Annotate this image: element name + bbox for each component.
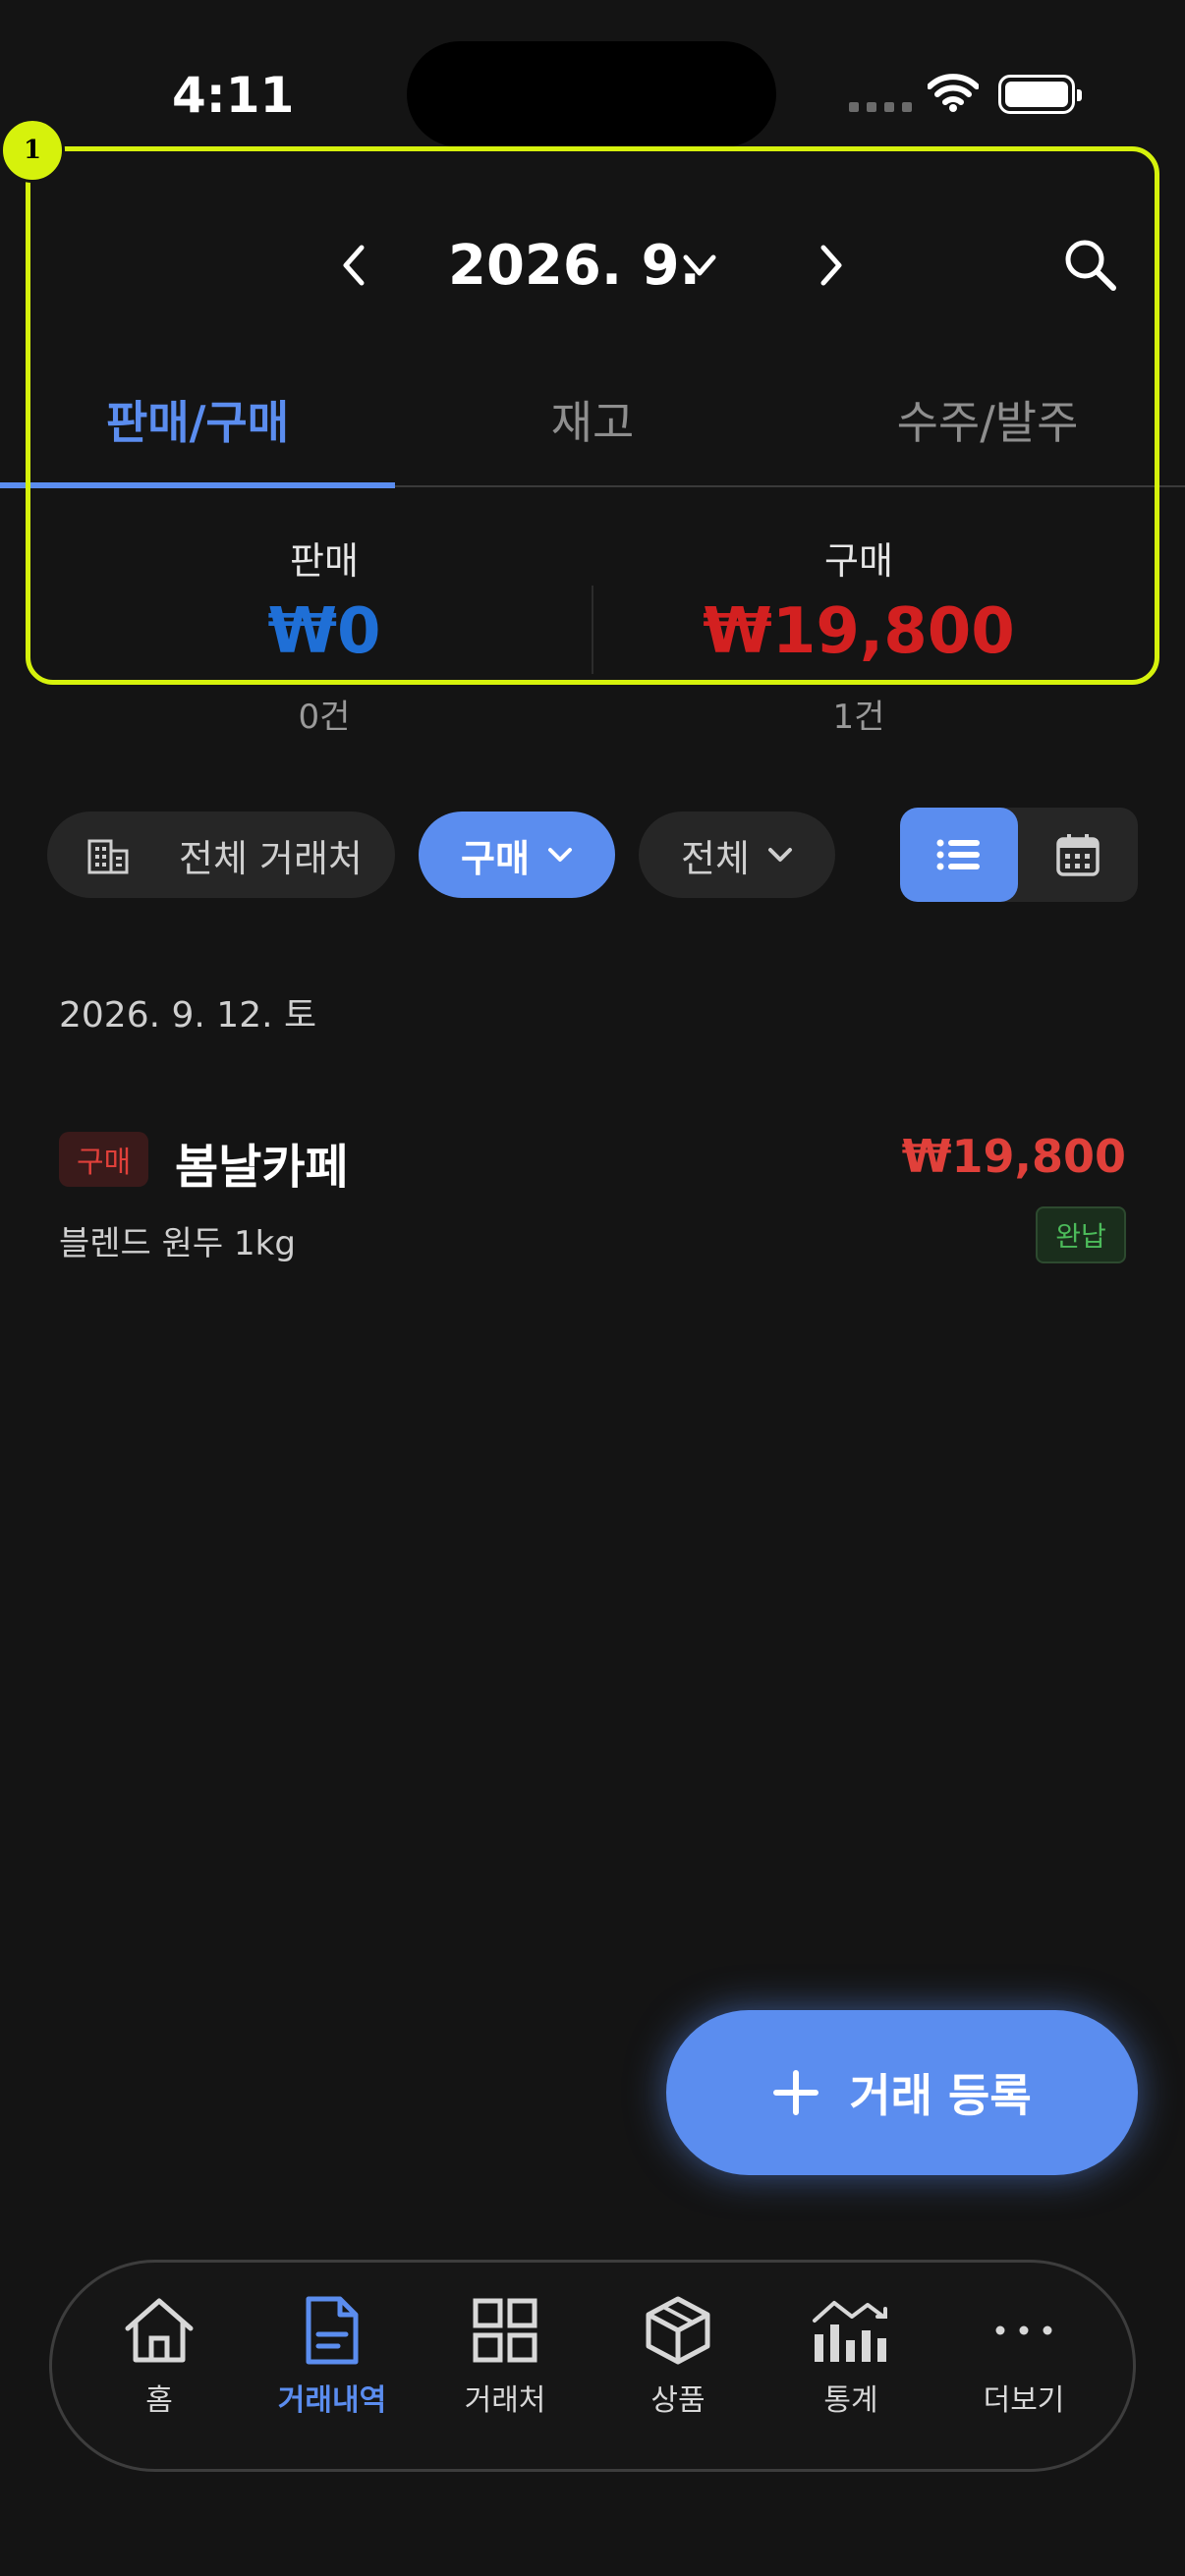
box-icon <box>646 2296 710 2365</box>
wifi-icon <box>927 73 980 116</box>
purchase-label: 구매 <box>824 539 893 583</box>
prev-month-button[interactable] <box>334 236 373 295</box>
grid-icon <box>473 2298 537 2363</box>
partner-filter-label: 전체 거래처 <box>179 836 363 880</box>
chart-icon <box>813 2301 887 2362</box>
tab-orders[interactable]: 수주/발주 <box>790 387 1185 452</box>
document-icon <box>306 2296 359 2365</box>
nav-partners-label: 거래처 <box>464 2383 546 2418</box>
list-icon <box>936 839 980 870</box>
nav-transactions[interactable]: 거래내역 <box>249 2295 416 2419</box>
chevron-right-icon <box>820 245 842 286</box>
sale-label: 판매 <box>290 539 359 583</box>
chevron-down-icon <box>767 848 792 862</box>
add-transaction-label: 거래 등록 <box>849 2069 1032 2122</box>
nav-home-label: 홈 <box>145 2383 173 2418</box>
nav-home[interactable]: 홈 <box>76 2295 243 2419</box>
signal-icon <box>849 102 912 112</box>
building-icon <box>87 839 129 874</box>
transaction-item: 블렌드 원두 1kg <box>59 1224 296 1263</box>
tab-inventory[interactable]: 재고 <box>395 387 790 452</box>
partner-filter[interactable]: 전체 거래처 <box>47 812 395 898</box>
month-selector[interactable]: 2026. 9. <box>448 234 701 298</box>
nav-stats[interactable]: 통계 <box>767 2295 934 2419</box>
nav-transactions-label: 거래내역 <box>277 2383 387 2418</box>
nav-products[interactable]: 상품 <box>594 2295 762 2419</box>
transaction-amount: ₩19,800 <box>901 1130 1126 1183</box>
calendar-icon <box>1056 834 1100 876</box>
annotation-badge: 1 <box>0 118 65 183</box>
search-icon[interactable] <box>1061 236 1118 297</box>
transaction-partner[interactable]: 봄날카페 <box>175 1128 349 1197</box>
nav-more[interactable]: 더보기 <box>940 2295 1107 2419</box>
dynamic-island <box>407 41 776 147</box>
battery-icon <box>998 75 1082 114</box>
chevron-left-icon <box>343 245 365 286</box>
type-badge: 구매 <box>59 1132 149 1187</box>
list-view-button[interactable] <box>900 808 1018 902</box>
status-filter-label: 전체 <box>681 836 750 880</box>
nav-more-label: 더보기 <box>983 2383 1065 2418</box>
nav-stats-label: 통계 <box>823 2383 878 2418</box>
type-filter[interactable]: 구매 <box>419 812 615 898</box>
date-header: 2026. 9. 12. 토 <box>59 995 317 1036</box>
calendar-view-button[interactable] <box>1018 808 1138 902</box>
nav-partners[interactable]: 거래처 <box>422 2295 589 2419</box>
type-filter-label: 구매 <box>461 836 530 880</box>
tab-indicator <box>0 482 395 488</box>
next-month-button[interactable] <box>812 236 851 295</box>
tab-sales-purchase[interactable]: 판매/구매 <box>0 387 395 452</box>
plus-icon <box>773 2070 819 2115</box>
nav-products-label: 상품 <box>650 2383 705 2418</box>
chevron-down-icon <box>547 848 572 862</box>
chevron-down-icon[interactable] <box>680 246 719 289</box>
sale-count: 0건 <box>298 698 351 737</box>
add-transaction-button[interactable]: 거래 등록 <box>666 2010 1138 2175</box>
sale-amount: ₩0 <box>267 595 381 668</box>
purchase-count: 1건 <box>832 698 885 737</box>
more-icon <box>995 2325 1052 2335</box>
status-filter[interactable]: 전체 <box>639 812 835 898</box>
home-icon <box>125 2298 194 2363</box>
purchase-amount: ₩19,800 <box>703 595 1015 668</box>
status-time: 4:11 <box>172 67 295 124</box>
status-badge: 완납 <box>1036 1206 1126 1263</box>
